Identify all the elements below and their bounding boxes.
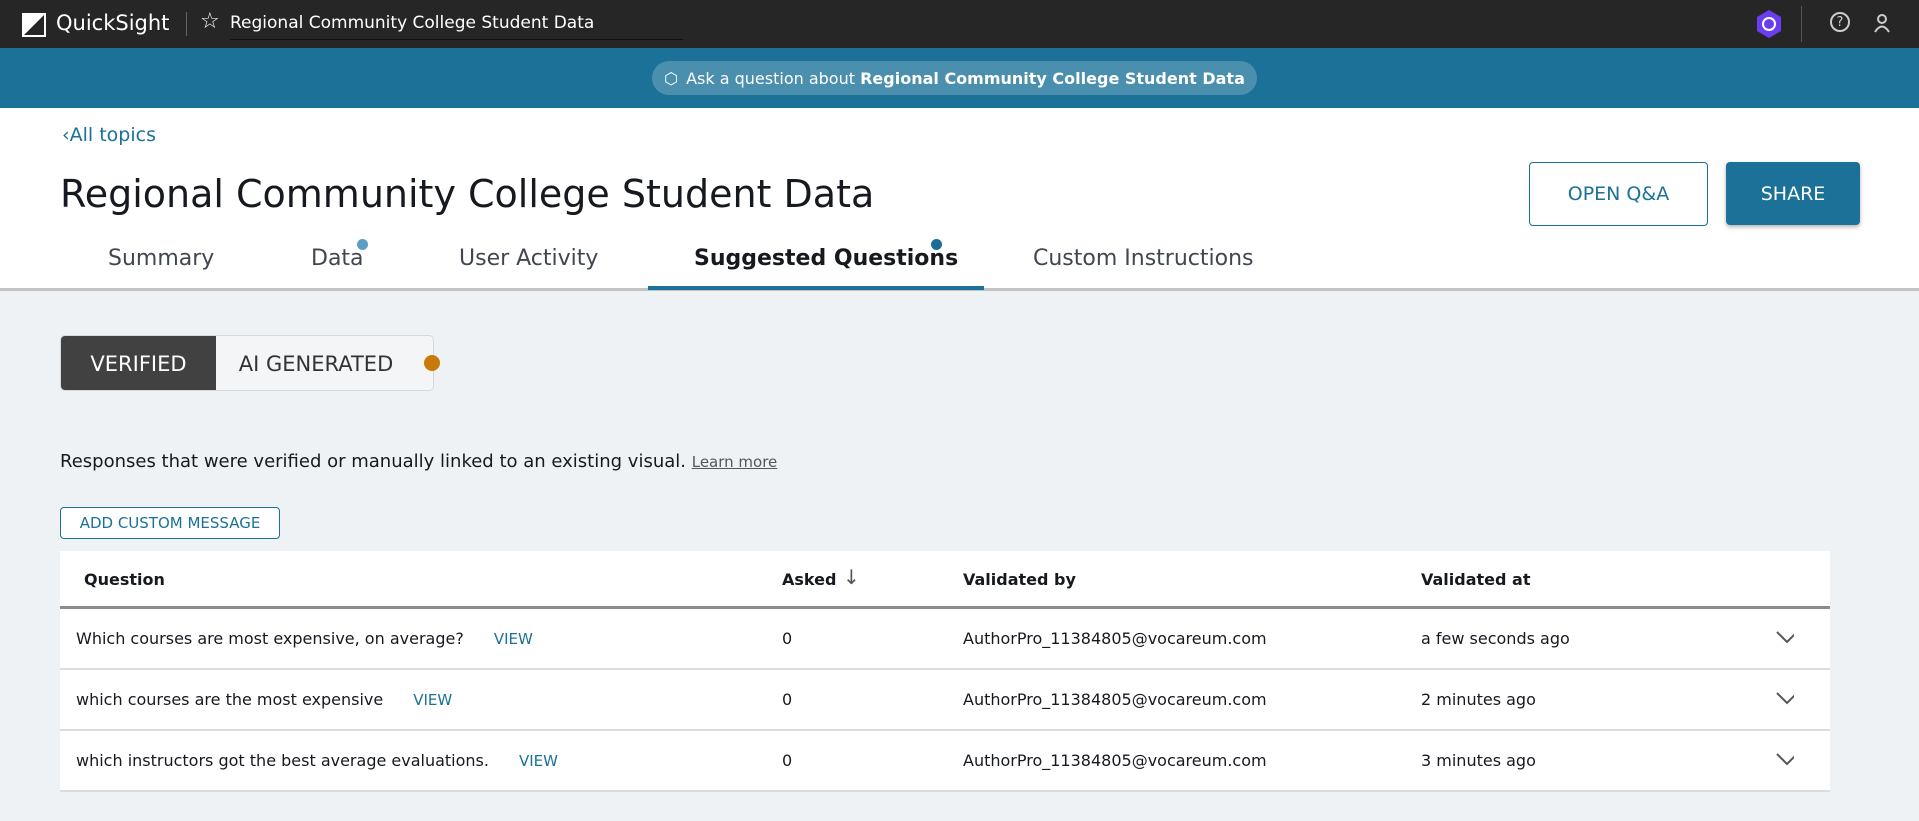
view-link[interactable]: VIEW bbox=[413, 691, 452, 709]
divider bbox=[186, 12, 187, 36]
table-header: Question Asked ↓ Validated by Validated … bbox=[60, 551, 1830, 609]
asked-count: 0 bbox=[782, 751, 793, 770]
app-name: QuickSight bbox=[56, 11, 170, 35]
ask-question-button[interactable]: ⬡ Ask a question about Regional Communit… bbox=[652, 61, 1257, 95]
share-button[interactable]: SHARE bbox=[1726, 162, 1860, 225]
amazon-q-icon[interactable] bbox=[1757, 10, 1781, 38]
tab-data[interactable]: Data bbox=[311, 246, 364, 271]
header-asked[interactable]: Asked bbox=[782, 570, 836, 589]
ask-topic: Regional Community College Student Data bbox=[860, 68, 1245, 88]
asked-count: 0 bbox=[782, 629, 793, 648]
user-icon[interactable] bbox=[1874, 13, 1890, 33]
all-topics-label: All topics bbox=[69, 124, 156, 146]
help-icon[interactable]: ? bbox=[1830, 12, 1850, 32]
validated-by: AuthorPro_11384805@vocareum.com bbox=[963, 629, 1267, 648]
star-icon[interactable]: ☆ bbox=[200, 9, 220, 34]
ai-generated-segment[interactable]: AI GENERATED bbox=[216, 336, 416, 390]
table-row: which courses are the most expensive VIEW… bbox=[60, 670, 1830, 731]
divider bbox=[1801, 6, 1802, 42]
tab-user-activity[interactable]: User Activity bbox=[459, 246, 598, 271]
header-validated-at[interactable]: Validated at bbox=[1421, 570, 1531, 589]
top-bar: QuickSight ☆ Regional Community College … bbox=[0, 0, 1919, 48]
description-text: Responses that were verified or manually… bbox=[60, 451, 686, 472]
validated-at: a few seconds ago bbox=[1421, 629, 1570, 648]
suggested-notification-dot bbox=[931, 239, 942, 250]
validated-by: AuthorPro_11384805@vocareum.com bbox=[963, 751, 1267, 770]
question-text: which courses are the most expensive bbox=[76, 690, 384, 709]
learn-more-link[interactable]: Learn more bbox=[692, 453, 778, 471]
header-question[interactable]: Question bbox=[84, 570, 165, 589]
header-validated-by[interactable]: Validated by bbox=[963, 570, 1076, 589]
quicksight-logo-icon bbox=[22, 13, 46, 37]
validated-at: 2 minutes ago bbox=[1421, 690, 1536, 709]
validated-at: 3 minutes ago bbox=[1421, 751, 1536, 770]
question-text: which instructors got the best average e… bbox=[76, 751, 489, 770]
verified-segment[interactable]: VERIFIED bbox=[61, 336, 216, 390]
all-topics-link[interactable]: ‹All topics bbox=[62, 124, 156, 146]
table-row: Which courses are most expensive, on ave… bbox=[60, 609, 1830, 670]
page-title: Regional Community College Student Data bbox=[60, 172, 875, 216]
asked-count: 0 bbox=[782, 690, 793, 709]
tab-suggested-questions[interactable]: Suggested Questions bbox=[694, 246, 958, 271]
document-title[interactable]: Regional Community College Student Data bbox=[230, 13, 683, 40]
verified-ai-toggle: VERIFIED AI GENERATED bbox=[60, 335, 434, 391]
tab-summary[interactable]: Summary bbox=[108, 246, 214, 271]
active-tab-indicator bbox=[648, 286, 984, 290]
view-link[interactable]: VIEW bbox=[519, 752, 558, 770]
ask-prefix: Ask a question about bbox=[686, 68, 861, 88]
question-text: Which courses are most expensive, on ave… bbox=[76, 629, 464, 648]
expand-chevron-icon[interactable] bbox=[1776, 630, 1794, 648]
expand-chevron-icon[interactable] bbox=[1776, 752, 1794, 770]
open-qa-button[interactable]: OPEN Q&A bbox=[1529, 162, 1708, 226]
validated-by: AuthorPro_11384805@vocareum.com bbox=[963, 690, 1267, 709]
description: Responses that were verified or manually… bbox=[60, 451, 777, 472]
table-row: which instructors got the best average e… bbox=[60, 731, 1830, 792]
sort-descending-icon[interactable]: ↓ bbox=[843, 565, 860, 589]
view-link[interactable]: VIEW bbox=[494, 630, 533, 648]
data-notification-dot bbox=[357, 239, 368, 250]
tab-custom-instructions[interactable]: Custom Instructions bbox=[1033, 246, 1253, 271]
ai-generated-dot bbox=[424, 355, 440, 371]
add-custom-message-button[interactable]: ADD CUSTOM MESSAGE bbox=[60, 507, 280, 539]
q-icon: ⬡ bbox=[664, 68, 679, 88]
expand-chevron-icon[interactable] bbox=[1776, 691, 1794, 709]
